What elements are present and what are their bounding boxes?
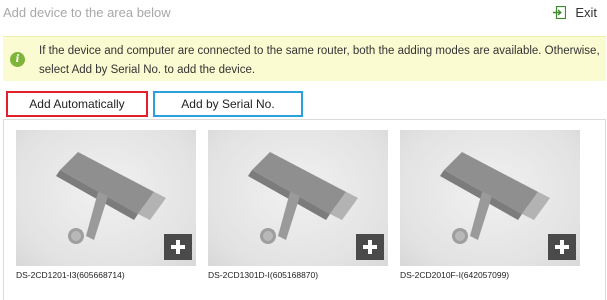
info-icon: i xyxy=(10,52,25,67)
plus-icon xyxy=(363,240,377,254)
plus-icon xyxy=(171,240,185,254)
device-label: DS-2CD2010F-I(642057099) xyxy=(400,270,510,280)
device-card: DS-2CD1301D-I(605168870) xyxy=(208,130,388,280)
header: Add device to the area below Exit xyxy=(0,0,607,26)
device-label: DS-2CD1301D-I(605168870) xyxy=(208,270,319,280)
page-title: Add device to the area below xyxy=(3,5,171,20)
device-card: DS-2CD1201-I3(605668714) xyxy=(16,130,196,280)
exit-button[interactable]: Exit xyxy=(553,5,597,20)
add-by-serial-button[interactable]: Add by Serial No. xyxy=(153,91,303,117)
device-thumbnail xyxy=(400,130,580,266)
device-card: DS-2CD2010F-I(642057099) xyxy=(400,130,580,280)
add-device-button[interactable] xyxy=(164,234,192,260)
device-label: DS-2CD1201-I3(605668714) xyxy=(16,270,125,280)
device-thumbnail xyxy=(16,130,196,266)
exit-label: Exit xyxy=(575,5,597,20)
exit-icon xyxy=(553,6,567,19)
add-device-button[interactable] xyxy=(548,234,576,260)
notice-banner: i If the device and computer are connect… xyxy=(3,36,606,81)
add-automatically-button[interactable]: Add Automatically xyxy=(6,91,148,117)
add-device-button[interactable] xyxy=(356,234,384,260)
device-thumbnail xyxy=(208,130,388,266)
notice-text: If the device and computer are connected… xyxy=(39,45,600,76)
plus-icon xyxy=(555,240,569,254)
